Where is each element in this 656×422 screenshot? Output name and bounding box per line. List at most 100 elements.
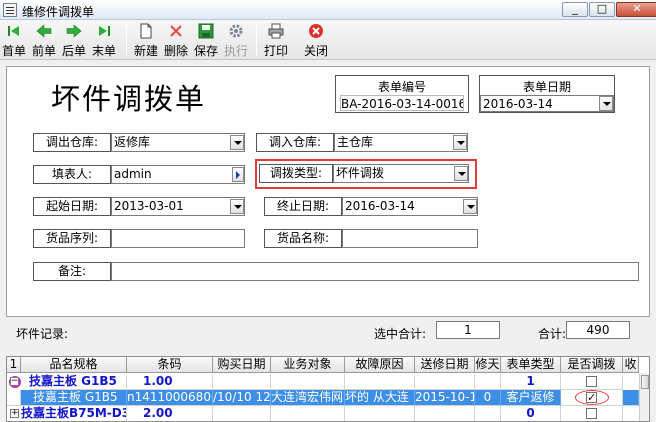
send-date-cell: 2015-10-10	[415, 390, 475, 406]
vertical-scrollbar[interactable]	[639, 373, 649, 421]
next-record-icon	[66, 24, 82, 38]
group-name-cell: 技嘉主板B75M-D3V	[21, 406, 127, 421]
column-header-buy-date[interactable]: 购买日期	[213, 357, 271, 373]
repair-days-cell	[475, 374, 501, 390]
in-warehouse-dropdown-button[interactable]	[453, 135, 467, 150]
print-icon	[268, 23, 284, 39]
end-date-field[interactable]: 2016-03-14	[342, 197, 478, 216]
filler-field[interactable]: admin	[111, 165, 245, 184]
column-header-index[interactable]: 1	[7, 357, 21, 373]
doc-no-field[interactable]: BA-2016-03-14-0016	[340, 95, 464, 111]
transfer-checkbox[interactable]	[586, 376, 597, 387]
transfer-type-dropdown-button[interactable]	[454, 166, 468, 181]
first-record-icon	[8, 26, 19, 36]
expand-icon[interactable]: +	[10, 409, 19, 418]
maximize-button[interactable]: □	[589, 2, 615, 17]
close-label: 关闭	[303, 44, 328, 58]
print-label: 打印	[263, 44, 288, 58]
close-button[interactable]: 关闭	[302, 22, 330, 58]
first-record-button[interactable]: 首单	[0, 22, 28, 58]
start-date-field[interactable]: 2013-03-01	[111, 197, 245, 216]
in-warehouse-select[interactable]: 主仓库	[334, 133, 468, 152]
scrollbar-thumb[interactable]	[641, 375, 649, 389]
group-name-cell: 技嘉主板 G1B5	[29, 374, 127, 390]
filler-picker-button[interactable]	[232, 167, 244, 182]
form-panel: 坏件调拨单 表单编号 BA-2016-03-14-0016 表单日期 2016-…	[6, 66, 650, 317]
records-label: 坏件记录:	[16, 327, 69, 341]
transfer-checkbox[interactable]	[586, 408, 597, 419]
repair-days-cell	[475, 406, 501, 421]
doc-type-cell: 0	[501, 406, 561, 421]
column-header-barcode[interactable]: 条码	[127, 357, 213, 373]
column-header-is-transfer[interactable]: 是否调拨	[561, 357, 623, 373]
table-row[interactable]: − 技嘉主板 G1B5 1.00 1	[7, 374, 639, 390]
column-header-send-date[interactable]: 送修日期	[415, 357, 475, 373]
send-date-cell	[415, 374, 475, 390]
toolbar-separator	[256, 24, 257, 56]
execute-button[interactable]: 执行	[222, 22, 250, 58]
app-icon	[3, 3, 17, 17]
doc-no-group: 表单编号 BA-2016-03-14-0016	[335, 75, 469, 113]
delete-button[interactable]: 删除	[162, 22, 190, 58]
table-row[interactable]: 技嘉主板 G1B5 n14110006800! /10/10 12:2 大连湾宏…	[7, 390, 639, 406]
doc-type-cell: 客户返修	[501, 390, 561, 406]
total-field[interactable]: 490	[566, 321, 630, 339]
out-warehouse-dropdown-button[interactable]	[230, 135, 244, 150]
remark-field[interactable]	[111, 262, 639, 281]
doc-date-field[interactable]: 2016-03-14	[480, 95, 614, 112]
buy-date-cell	[213, 406, 271, 421]
out-warehouse-select[interactable]: 返修库	[111, 133, 245, 152]
start-date-label: 起始日期:	[33, 197, 111, 216]
remark-label: 备注:	[33, 262, 111, 281]
doc-date-group: 表单日期 2016-03-14	[479, 75, 615, 113]
is-transfer-cell	[561, 390, 623, 406]
business-object-cell	[271, 406, 345, 421]
column-header-repair-days[interactable]: 修天	[475, 357, 501, 373]
fault-cell	[345, 406, 415, 421]
send-date-cell	[415, 406, 475, 421]
business-object-cell: 大连湾宏伟网吧	[271, 390, 345, 406]
doc-date-dropdown-button[interactable]	[599, 96, 613, 111]
minimize-button[interactable]: _	[562, 2, 588, 17]
transfer-type-select[interactable]: 坏件调拨	[333, 164, 469, 183]
serial-field[interactable]	[111, 229, 245, 248]
row-indicator-cell	[7, 390, 21, 406]
column-header-name[interactable]: 品名规格	[21, 357, 127, 373]
summary-bar: 坏件记录: 选中合计: 1 合计: 490	[6, 318, 650, 342]
column-header-fault[interactable]: 故障原因	[345, 357, 415, 373]
selected-total-label: 选中合计:	[374, 327, 427, 341]
product-name-field[interactable]	[342, 229, 478, 248]
is-transfer-cell	[561, 374, 623, 390]
save-button[interactable]: 保存	[192, 22, 220, 58]
save-icon	[198, 23, 214, 39]
last-record-button[interactable]: 末单	[90, 22, 118, 58]
column-header-doc-type[interactable]: 表单类型	[501, 357, 561, 373]
next-record-button[interactable]: 后单	[60, 22, 88, 58]
window-close-button[interactable]: ✕	[616, 2, 656, 17]
toolbar: 首单 前单 后单 末单 新建 删除 保存 执行 打印 关闭	[0, 20, 656, 60]
close-icon	[309, 24, 323, 38]
product-name-cell: 技嘉主板 G1B5	[21, 390, 127, 406]
toolbar-separator	[126, 24, 127, 56]
last-record-label: 末单	[91, 44, 116, 58]
collapse-icon[interactable]: −	[10, 377, 19, 386]
end-date-dropdown-button[interactable]	[463, 199, 477, 214]
execute-label: 执行	[223, 44, 248, 58]
print-button[interactable]: 打印	[262, 22, 290, 58]
column-header-receive[interactable]: 收	[623, 357, 639, 373]
last-record-icon	[99, 26, 110, 36]
new-button[interactable]: 新建	[132, 22, 160, 58]
table-row[interactable]: + 技嘉主板B75M-D3V 2.00 0	[7, 406, 639, 421]
filler-label: 填表人:	[33, 165, 111, 184]
transfer-checkbox[interactable]	[586, 390, 597, 405]
business-object-cell	[271, 374, 345, 390]
prev-record-button[interactable]: 前单	[30, 22, 58, 58]
selected-total-field[interactable]: 1	[436, 321, 500, 339]
start-date-dropdown-button[interactable]	[230, 199, 244, 214]
column-header-business-object[interactable]: 业务对象	[271, 357, 345, 373]
group-qty-cell: 1.00	[127, 374, 213, 390]
out-warehouse-label: 调出仓库:	[33, 133, 111, 152]
in-warehouse-label: 调入仓库:	[256, 133, 334, 152]
fault-cell	[345, 374, 415, 390]
records-grid: 1 品名规格 条码 购买日期 业务对象 故障原因 送修日期 修天 表单类型 是否…	[6, 356, 650, 422]
